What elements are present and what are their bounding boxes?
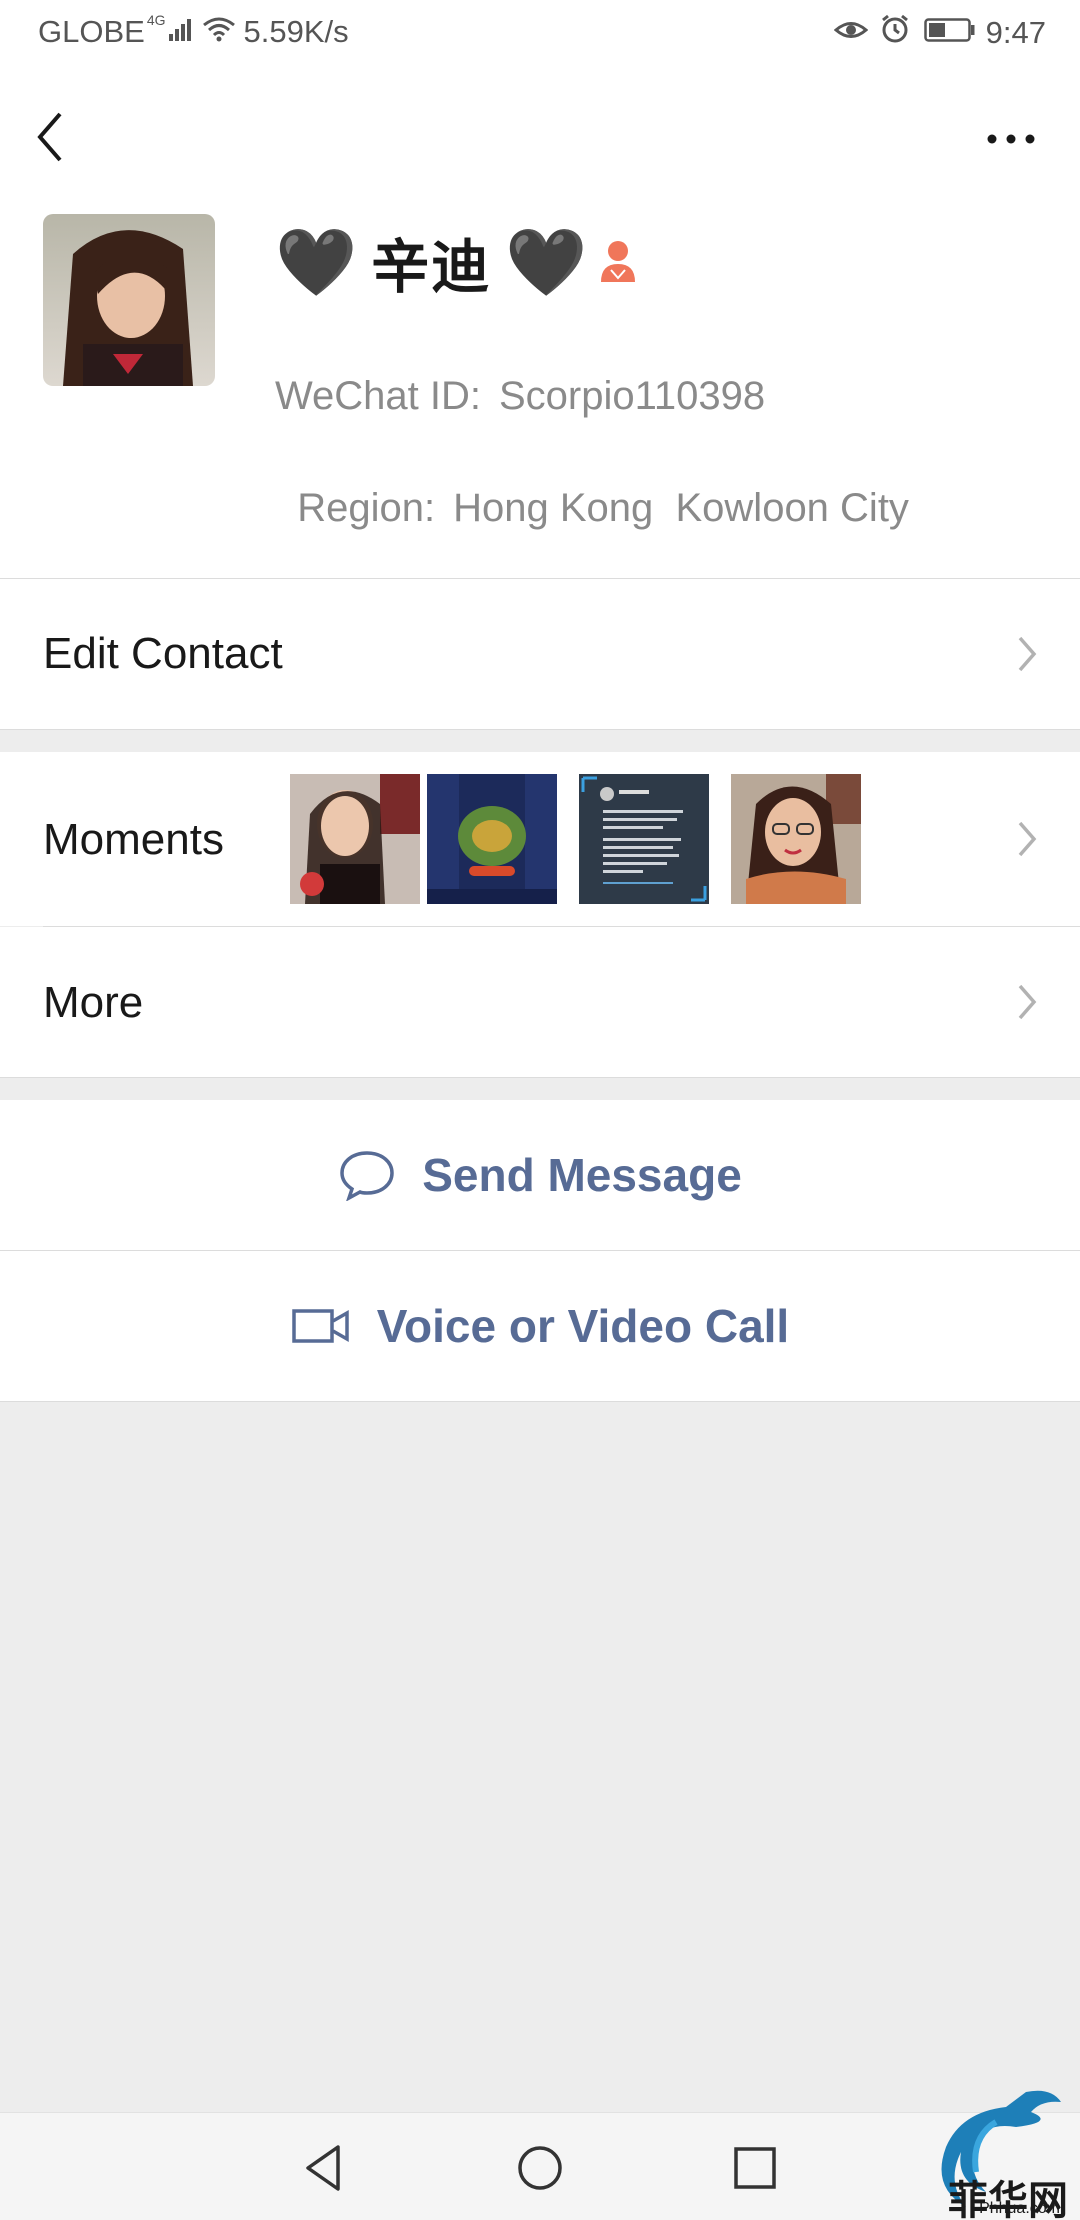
- more-dots-icon: [987, 134, 1035, 144]
- send-message-label: Send Message: [422, 1149, 742, 1201]
- chevron-right-icon: [1018, 984, 1037, 1020]
- chevron-right-icon: [1018, 636, 1037, 672]
- status-left: GLOBE 4G 5.59K/s: [38, 12, 349, 50]
- battery-icon: [923, 15, 976, 51]
- name-row: 🖤 辛迪 🖤: [275, 220, 639, 304]
- status-bar: GLOBE 4G 5.59K/s 9:47: [0, 0, 1080, 64]
- video-camera-icon: [291, 1306, 351, 1346]
- region-line: Region: Hong Kong Kowloon City: [275, 441, 909, 531]
- chevron-left-icon: [37, 112, 62, 162]
- nav-recents-button[interactable]: [728, 2141, 782, 2195]
- wechat-id-label: WeChat ID:: [275, 374, 481, 418]
- more-cell[interactable]: More: [0, 927, 1080, 1077]
- nav-home-icon: [518, 2146, 562, 2190]
- more-label: More: [43, 978, 144, 1027]
- avatar[interactable]: [43, 214, 215, 386]
- nav-back-icon: [306, 2145, 340, 2191]
- eye-icon: [833, 15, 868, 51]
- moment-thumbnail: [290, 774, 420, 904]
- voice-video-call-button[interactable]: Voice or Video Call: [0, 1251, 1080, 1401]
- region-value: Hong Kong Kowloon City: [453, 486, 909, 530]
- divider: [0, 729, 1080, 730]
- wifi-icon: [202, 14, 236, 50]
- moment-thumbnail: [579, 774, 709, 904]
- heart-icon: 🖤: [505, 225, 588, 299]
- wechat-id-line: WeChat ID: Scorpio110398: [275, 374, 765, 419]
- carrier-name: GLOBE: [38, 14, 145, 49]
- moments-label: Moments: [43, 815, 224, 864]
- alarm-icon: [880, 14, 910, 52]
- edit-contact-label: Edit Contact: [43, 629, 283, 678]
- nav-home-button[interactable]: [513, 2141, 567, 2195]
- status-right: 9:47: [833, 14, 1046, 52]
- divider: [0, 1401, 1080, 1402]
- female-icon: [597, 236, 639, 289]
- nav-back-button[interactable]: [298, 2141, 352, 2195]
- moments-cell[interactable]: Moments: [0, 752, 1080, 926]
- more-options-button[interactable]: [976, 114, 1046, 164]
- region-label: Region:: [297, 486, 436, 530]
- moment-thumbnail: [427, 774, 557, 904]
- back-button[interactable]: [28, 102, 78, 172]
- heart-icon: 🖤: [275, 225, 358, 299]
- voice-video-call-label: Voice or Video Call: [376, 1300, 790, 1352]
- network-speed: 5.59K/s: [243, 14, 349, 49]
- chevron-right-icon: [1018, 821, 1037, 857]
- network-type: 4G: [146, 12, 166, 28]
- chat-bubble-icon: [338, 1149, 396, 1201]
- moment-thumbnail: [731, 774, 861, 904]
- divider: [0, 1077, 1080, 1078]
- watermark-site: Phhua.com: [979, 2200, 1060, 2217]
- clock-time: 9:47: [985, 15, 1046, 50]
- wechat-id-value: Scorpio110398: [499, 374, 766, 418]
- nav-recents-icon: [734, 2147, 776, 2189]
- signal-icon: [168, 14, 194, 50]
- send-message-button[interactable]: Send Message: [0, 1100, 1080, 1250]
- edit-contact-cell[interactable]: Edit Contact: [0, 579, 1080, 729]
- nickname: 辛迪: [371, 235, 492, 300]
